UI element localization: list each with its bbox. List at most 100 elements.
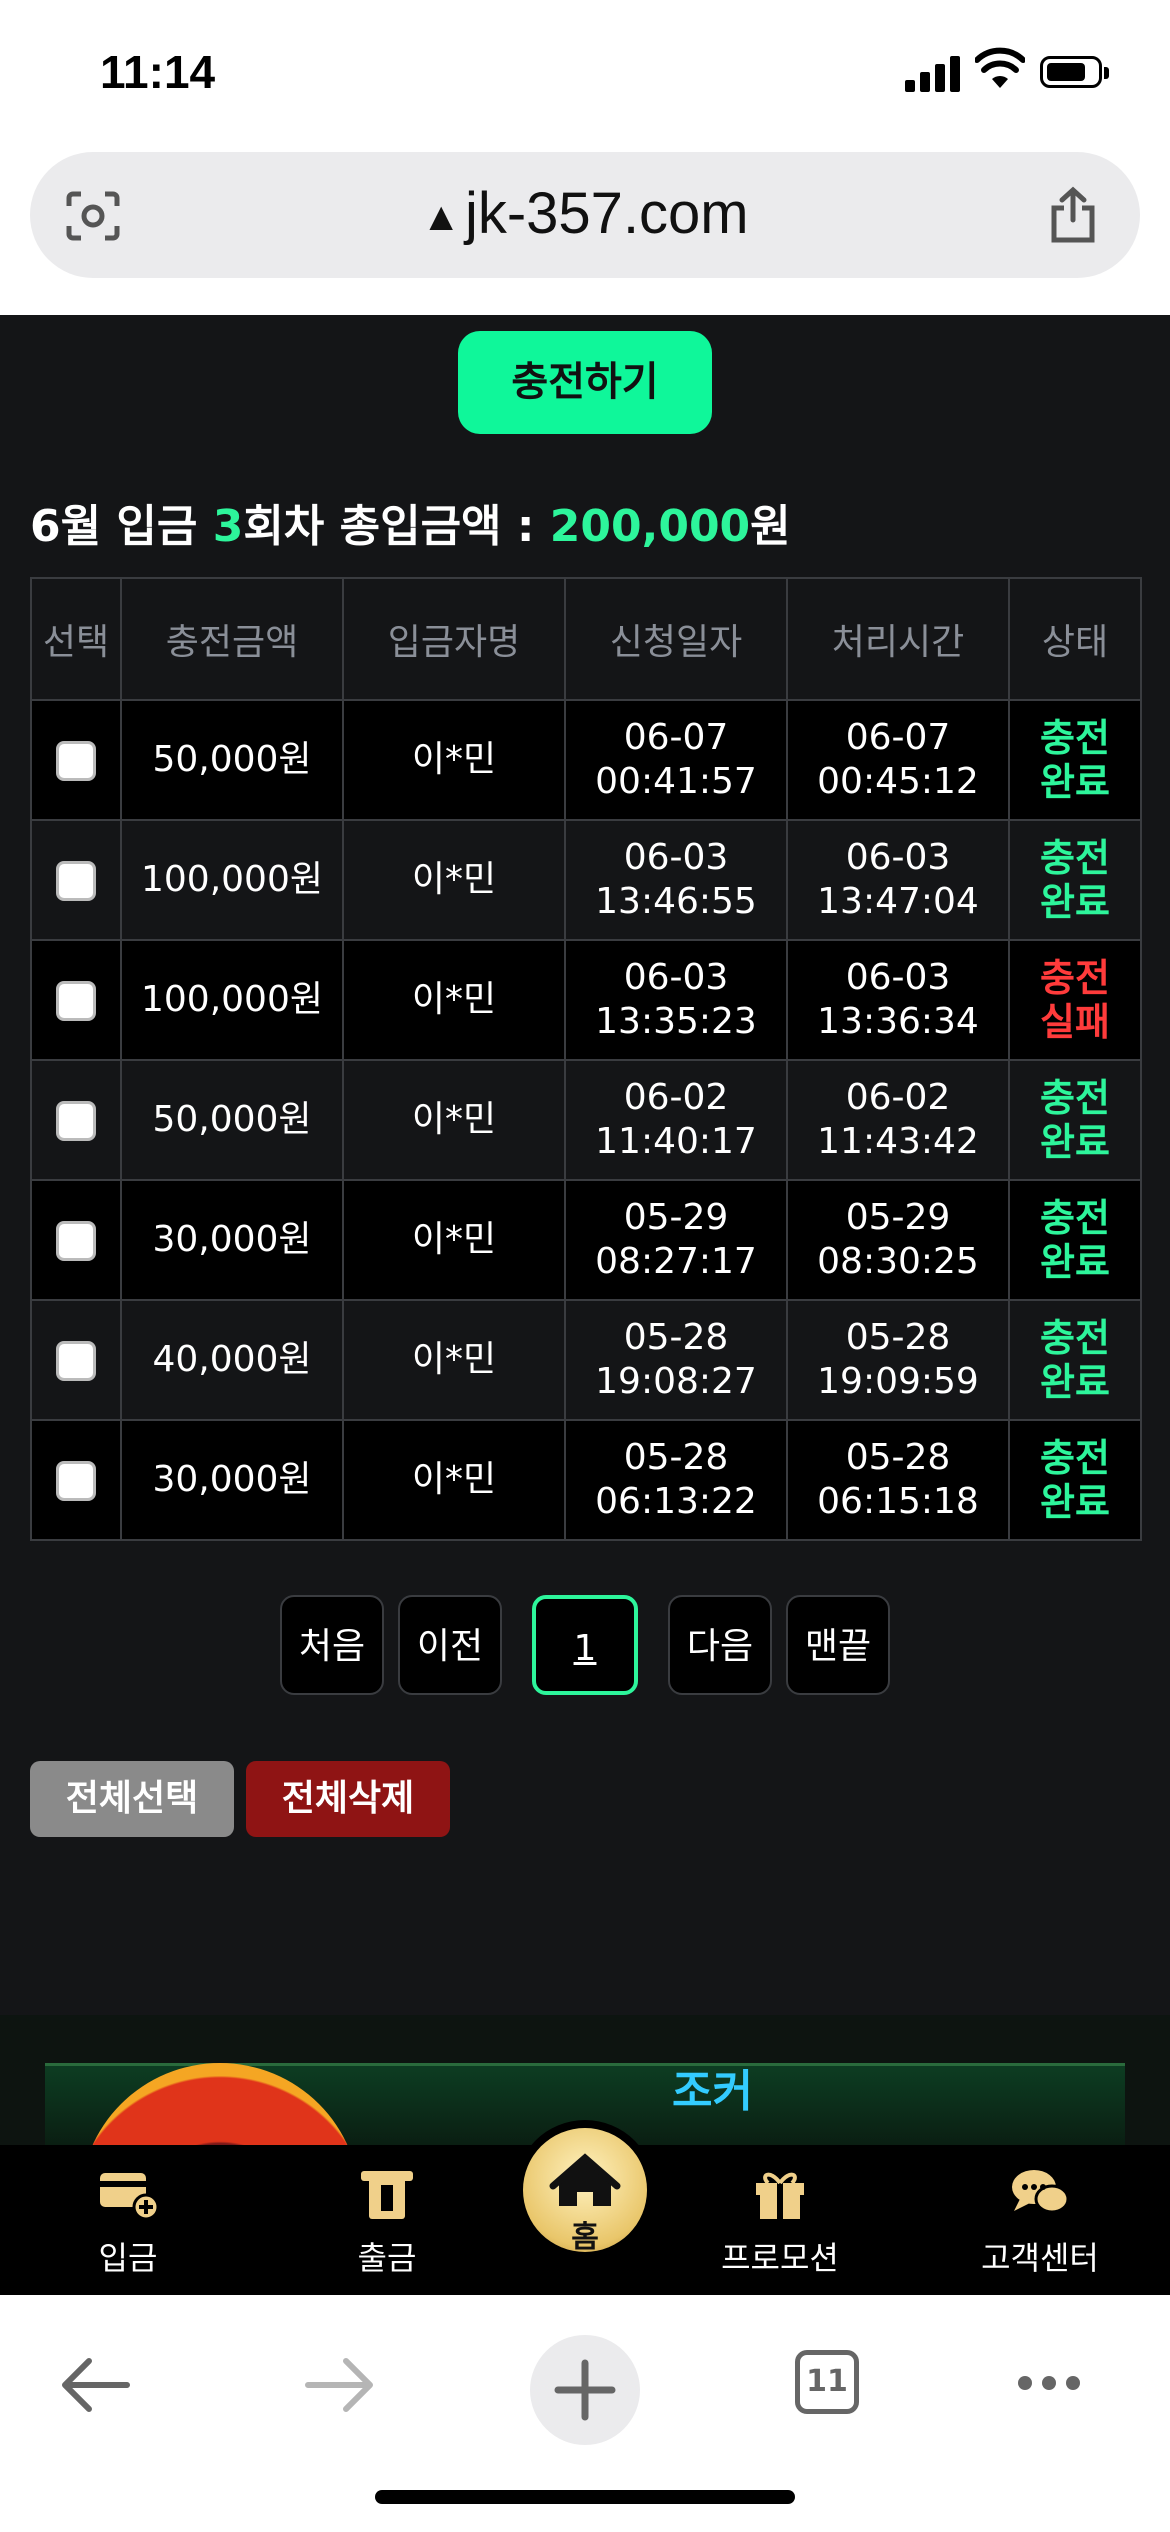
row-status: 충전 완료: [1008, 1299, 1142, 1421]
page-next-button[interactable]: 다음: [668, 1595, 772, 1695]
row-checkbox[interactable]: [56, 741, 96, 781]
row-amount: 50,000원: [120, 699, 344, 821]
page-first-button[interactable]: 처음: [280, 1595, 384, 1695]
deposit-count: 3: [212, 501, 244, 552]
table-header-row: 선택 충전금액 입금자명 신청일자 처리시간 상태: [30, 577, 1142, 701]
row-depositor: 이*민: [342, 819, 566, 941]
row-checkbox[interactable]: [56, 1461, 96, 1501]
row-request-datetime: 06-03 13:35:23: [564, 939, 788, 1061]
table-row: 50,000원 이*민 06-07 00:41:57 06-07 00:45:12 충전 완료: [30, 699, 1142, 821]
pagination: 처음 이전 1 다음 맨끝: [0, 1595, 1170, 1699]
col-select: 선택: [30, 577, 122, 701]
page-prev-button[interactable]: 이전: [398, 1595, 502, 1695]
row-depositor: 이*민: [342, 1059, 566, 1181]
forward-arrow-icon[interactable]: [300, 2345, 380, 2425]
col-process-time: 처리시간: [786, 577, 1010, 701]
row-amount: 100,000원: [120, 939, 344, 1061]
battery-icon: [1040, 56, 1109, 88]
row-process-datetime: 05-28 06:15:18: [786, 1419, 1010, 1541]
row-request-datetime: 05-28 19:08:27: [564, 1299, 788, 1421]
row-select-cell: [30, 1419, 122, 1541]
row-checkbox[interactable]: [56, 981, 96, 1021]
row-depositor: 이*민: [342, 699, 566, 821]
table-row: 40,000원 이*민 05-28 19:08:27 05-28 19:09:59 충전 완료: [30, 1299, 1142, 1421]
tab-deposit[interactable]: 입금: [28, 2165, 228, 2279]
row-amount: 40,000원: [120, 1299, 344, 1421]
tabs-count-button[interactable]: 11: [795, 2350, 859, 2414]
home-indicator: [375, 2490, 795, 2504]
row-checkbox[interactable]: [56, 1341, 96, 1381]
status-label: 충전 완료: [1040, 1076, 1110, 1164]
select-all-button[interactable]: 전체선택: [30, 1761, 234, 1837]
warning-icon: ▲: [421, 195, 461, 240]
table-row: 30,000원 이*민 05-28 06:13:22 05-28 06:15:18 충전 완료: [30, 1419, 1142, 1541]
col-request-date: 신청일자: [564, 577, 788, 701]
row-amount: 30,000원: [120, 1419, 344, 1541]
home-label: 홈: [571, 2220, 599, 2255]
row-select-cell: [30, 1299, 122, 1421]
row-process-datetime: 06-03 13:36:34: [786, 939, 1010, 1061]
deposit-card-icon: [100, 2173, 160, 2221]
status-label: 충전 완료: [1040, 1436, 1110, 1524]
row-status: 충전 완료: [1008, 1059, 1142, 1181]
status-time: 11:14: [100, 46, 216, 98]
col-amount: 충전금액: [120, 577, 344, 701]
row-request-datetime: 06-02 11:40:17: [564, 1059, 788, 1181]
row-depositor: 이*민: [342, 1419, 566, 1541]
share-icon[interactable]: [1048, 186, 1098, 244]
row-amount: 50,000원: [120, 1059, 344, 1181]
row-checkbox[interactable]: [56, 1101, 96, 1141]
table-row: 100,000원 이*민 06-03 13:46:55 06-03 13:47:04 충전 완…: [30, 819, 1142, 941]
row-process-datetime: 05-29 08:30:25: [786, 1179, 1010, 1301]
table-row: 100,000원 이*민 06-03 13:35:23 06-03 13:36:34 충전 실…: [30, 939, 1142, 1061]
row-select-cell: [30, 1179, 122, 1301]
row-select-cell: [30, 939, 122, 1061]
delete-all-button[interactable]: 전체삭제: [246, 1761, 450, 1837]
table-row: 50,000원 이*민 06-02 11:40:17 06-02 11:43:42 충전 완료: [30, 1059, 1142, 1181]
row-process-datetime: 05-28 19:09:59: [786, 1299, 1010, 1421]
row-amount: 100,000원: [120, 819, 344, 941]
withdraw-icon: [361, 2171, 413, 2219]
row-checkbox[interactable]: [56, 1221, 96, 1261]
cellular-signal-icon: [905, 50, 965, 92]
col-depositor: 입금자명: [342, 577, 566, 701]
charge-button[interactable]: 충전하기: [458, 331, 712, 434]
status-bar: 11:14: [0, 0, 1170, 150]
row-select-cell: [30, 1059, 122, 1181]
address-bar[interactable]: ▲jk-357.com: [30, 152, 1140, 278]
status-label: 충전 완료: [1040, 1196, 1110, 1284]
home-button[interactable]: 홈: [515, 2120, 655, 2260]
col-status: 상태: [1008, 577, 1142, 701]
tab-withdraw[interactable]: 출금: [287, 2165, 487, 2279]
gift-icon: [756, 2172, 804, 2219]
row-status: 충전 실패: [1008, 939, 1142, 1061]
row-request-datetime: 06-07 00:41:57: [564, 699, 788, 821]
row-request-datetime: 06-03 13:46:55: [564, 819, 788, 941]
row-process-datetime: 06-07 00:45:12: [786, 699, 1010, 821]
total-amount: 200,000: [549, 501, 751, 552]
row-process-datetime: 06-03 13:47:04: [786, 819, 1010, 941]
row-depositor: 이*민: [342, 1299, 566, 1421]
row-amount: 30,000원: [120, 1179, 344, 1301]
deposit-history-table: 선택 충전금액 입금자명 신청일자 처리시간 상태 50,000원 이*민 06-0…: [30, 577, 1142, 1541]
page-current-button[interactable]: 1: [532, 1595, 638, 1695]
banner-mascot-logo: 조커: [672, 2066, 753, 2117]
tab-support[interactable]: 고객센터: [940, 2165, 1140, 2279]
row-status: 충전 완료: [1008, 1419, 1142, 1541]
row-status: 충전 완료: [1008, 1179, 1142, 1301]
plus-icon: [554, 2359, 616, 2421]
row-request-datetime: 05-29 08:27:17: [564, 1179, 788, 1301]
row-select-cell: [30, 819, 122, 941]
page-last-button[interactable]: 맨끝: [786, 1595, 890, 1695]
new-tab-button[interactable]: [530, 2335, 640, 2445]
more-menu-icon[interactable]: [1018, 2375, 1090, 2394]
row-status: 충전 완료: [1008, 819, 1142, 941]
status-label: 충전 완료: [1040, 1316, 1110, 1404]
back-arrow-icon[interactable]: [55, 2345, 135, 2425]
row-checkbox[interactable]: [56, 861, 96, 901]
status-label: 충전 완료: [1040, 836, 1110, 924]
row-depositor: 이*민: [342, 939, 566, 1061]
url-text[interactable]: ▲jk-357.com: [30, 180, 1140, 247]
tab-promotion[interactable]: 프로모션: [680, 2165, 880, 2279]
row-process-datetime: 06-02 11:43:42: [786, 1059, 1010, 1181]
